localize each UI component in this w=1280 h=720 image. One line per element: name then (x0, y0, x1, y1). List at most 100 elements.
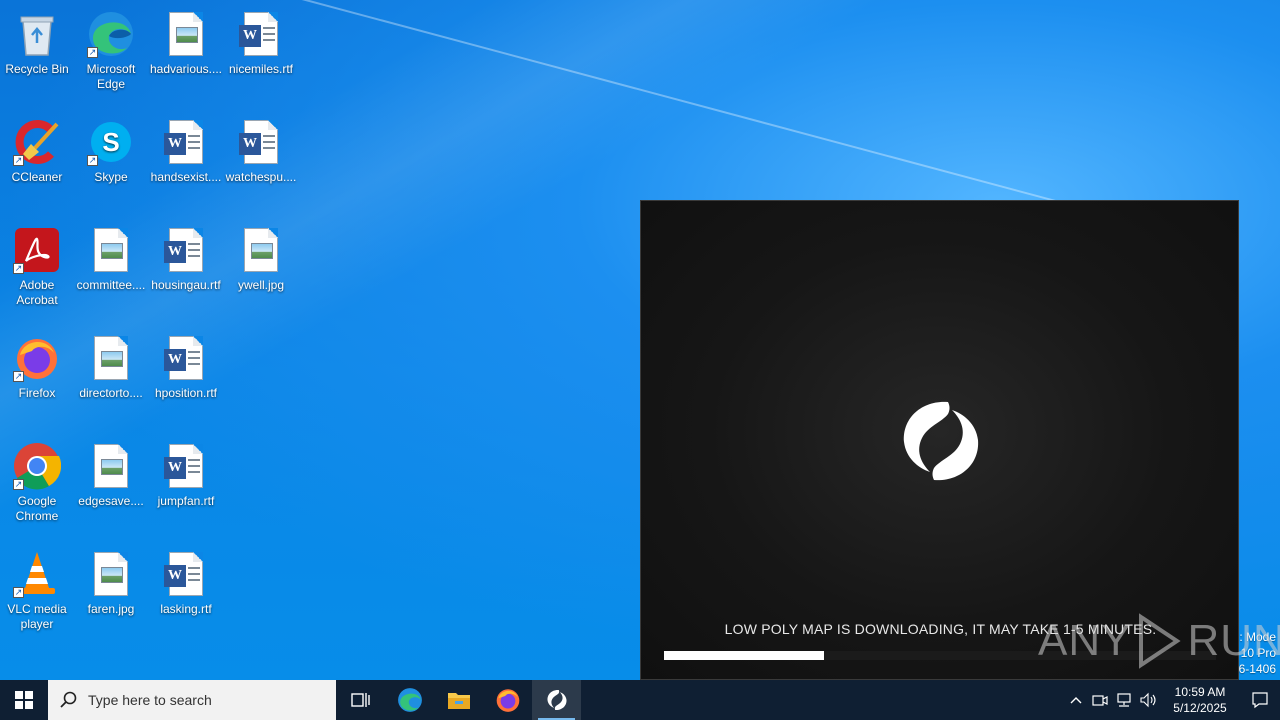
chevron-up-icon (1070, 697, 1082, 704)
swirl-logo-icon (546, 689, 567, 711)
word-file-icon: W (162, 226, 210, 274)
svg-text:S: S (102, 127, 119, 157)
icon-label: hposition.rtf (154, 386, 218, 400)
download-progress-fill (664, 651, 825, 660)
clock-time: 10:59 AM (1174, 685, 1226, 699)
desktop-icon-firefox[interactable]: ↗ Firefox (0, 328, 74, 428)
shortcut-arrow-icon: ↗ (13, 371, 24, 382)
desktop-icon-nicemiles[interactable]: W nicemiles.rtf (224, 4, 298, 104)
icon-label: committee.... (76, 278, 146, 292)
taskbar-file-explorer[interactable] (434, 680, 483, 720)
desktop-icon-lasking[interactable]: W lasking.rtf (149, 544, 223, 644)
image-file-icon (237, 226, 285, 274)
desktop-icon-hadvarious[interactable]: hadvarious.... (149, 4, 223, 104)
shortcut-arrow-icon: ↗ (87, 47, 98, 58)
word-file-icon: W (237, 118, 285, 166)
taskbar-search-box[interactable]: Type here to search (48, 680, 336, 720)
vlc-cone-icon: ↗ (13, 550, 61, 598)
desktop-icon-committee[interactable]: committee.... (74, 220, 148, 320)
icon-label: directorto.... (79, 386, 143, 400)
action-center-button[interactable] (1240, 680, 1280, 720)
skype-icon: S ↗ (87, 118, 135, 166)
desktop-icon-directorto[interactable]: directorto.... (74, 328, 148, 428)
desktop-icon-vlc[interactable]: ↗ VLC media player (0, 544, 74, 644)
taskbar-clock[interactable]: 10:59 AM 5/12/2025 (1164, 684, 1236, 716)
watermark-left-text: ANY (1038, 616, 1132, 665)
tray-network-button[interactable] (1112, 680, 1136, 720)
desktop-icon-watchespu[interactable]: W watchespu.... (224, 112, 298, 212)
icon-label: edgesave.... (78, 494, 144, 508)
image-file-icon (87, 442, 135, 490)
taskbar: Type here to search 10:59 AM 5/12/2025 (0, 680, 1280, 720)
desktop-icon-edgesave[interactable]: edgesave.... (74, 436, 148, 536)
ccleaner-icon: ↗ (13, 118, 61, 166)
edge-icon: ↗ (87, 10, 135, 58)
word-file-icon: W (162, 442, 210, 490)
desktop-icon-faren[interactable]: faren.jpg (74, 544, 148, 644)
icon-label: Skype (94, 170, 128, 184)
shortcut-arrow-icon: ↗ (13, 479, 24, 490)
icon-label: CCleaner (11, 170, 63, 184)
acrobat-icon: ↗ (13, 226, 61, 274)
icon-label: Adobe Acrobat (16, 278, 58, 307)
folder-icon (447, 693, 470, 709)
image-file-icon (87, 550, 135, 598)
icon-label: lasking.rtf (160, 602, 212, 616)
desktop-icon-ccleaner[interactable]: ↗ CCleaner (0, 112, 74, 212)
tray-volume-button[interactable] (1136, 680, 1160, 720)
search-placeholder: Type here to search (88, 692, 212, 708)
icon-label: Recycle Bin (5, 62, 69, 76)
taskbar-firefox[interactable] (483, 680, 532, 720)
camera-icon (1092, 695, 1108, 706)
icon-label: Microsoft Edge (86, 62, 136, 91)
desktop[interactable]: Recycle Bin ↗ CCleaner ↗ Adobe Acrobat ↗… (0, 0, 1280, 680)
edge-icon (397, 688, 422, 712)
desktop-icon-housingau[interactable]: W housingau.rtf (149, 220, 223, 320)
desktop-icon-hposition[interactable]: W hposition.rtf (149, 328, 223, 428)
watermark-right-text: RUN (1187, 616, 1280, 665)
desktop-icon-handsexist[interactable]: W handsexist.... (149, 112, 223, 212)
icon-label: jumpfan.rtf (157, 494, 215, 508)
icon-label: Firefox (18, 386, 56, 400)
anyrun-watermark: ANY RUN (1038, 606, 1280, 676)
word-file-icon: W (237, 10, 285, 58)
speaker-icon (1140, 692, 1156, 708)
task-view-icon (350, 693, 370, 707)
icon-label: nicemiles.rtf (228, 62, 293, 76)
wallpaper-light-beam (159, 0, 1127, 221)
image-file-icon (162, 10, 210, 58)
desktop-icon-jumpfan[interactable]: W jumpfan.rtf (149, 436, 223, 536)
search-icon (60, 691, 77, 708)
icon-label: Google Chrome (15, 494, 59, 523)
desktop-icon-ywell[interactable]: ywell.jpg (224, 220, 298, 320)
word-file-icon: W (162, 334, 210, 382)
shortcut-arrow-icon: ↗ (13, 263, 24, 274)
play-icon (1139, 613, 1182, 669)
network-icon (1117, 693, 1131, 707)
icon-label: ywell.jpg (237, 278, 285, 292)
image-file-icon (87, 334, 135, 382)
taskbar-app-active[interactable] (532, 680, 581, 720)
taskbar-edge[interactable] (385, 680, 434, 720)
firefox-icon (496, 689, 519, 712)
word-file-icon: W (162, 118, 210, 166)
icon-label: hadvarious.... (149, 62, 223, 76)
icon-label: housingau.rtf (151, 278, 221, 292)
desktop-icon-recycle-bin[interactable]: Recycle Bin (0, 4, 74, 104)
desktop-icon-google-chrome[interactable]: ↗ Google Chrome (0, 436, 74, 536)
tray-meet-button[interactable] (1088, 680, 1112, 720)
start-button[interactable] (0, 680, 48, 720)
icon-label: VLC media player (7, 602, 67, 631)
shortcut-arrow-icon: ↗ (87, 155, 98, 166)
icon-label: handsexist.... (150, 170, 222, 184)
icon-label: faren.jpg (87, 602, 135, 616)
system-tray: 10:59 AM 5/12/2025 (1064, 680, 1280, 720)
desktop-icon-microsoft-edge[interactable]: ↗ Microsoft Edge (74, 4, 148, 104)
image-file-icon (87, 226, 135, 274)
firefox-icon: ↗ (13, 334, 61, 382)
swirl-logo-icon (903, 401, 979, 481)
desktop-icon-skype[interactable]: S ↗ Skype (74, 112, 148, 212)
taskbar-task-view[interactable] (336, 680, 385, 720)
show-hidden-icons-button[interactable] (1064, 680, 1088, 720)
desktop-icon-adobe-acrobat[interactable]: ↗ Adobe Acrobat (0, 220, 74, 320)
